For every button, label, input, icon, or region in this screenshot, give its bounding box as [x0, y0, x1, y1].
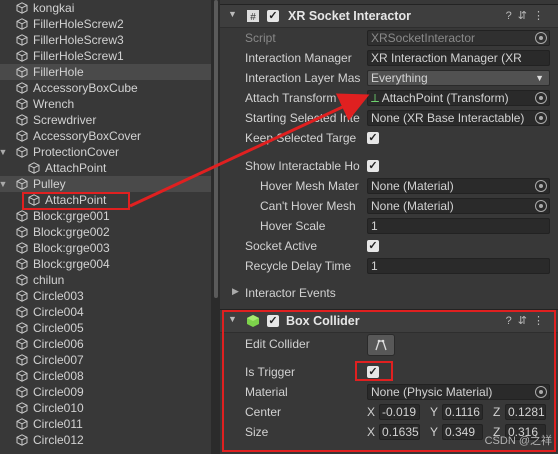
- annotation-arrow: [129, 93, 370, 208]
